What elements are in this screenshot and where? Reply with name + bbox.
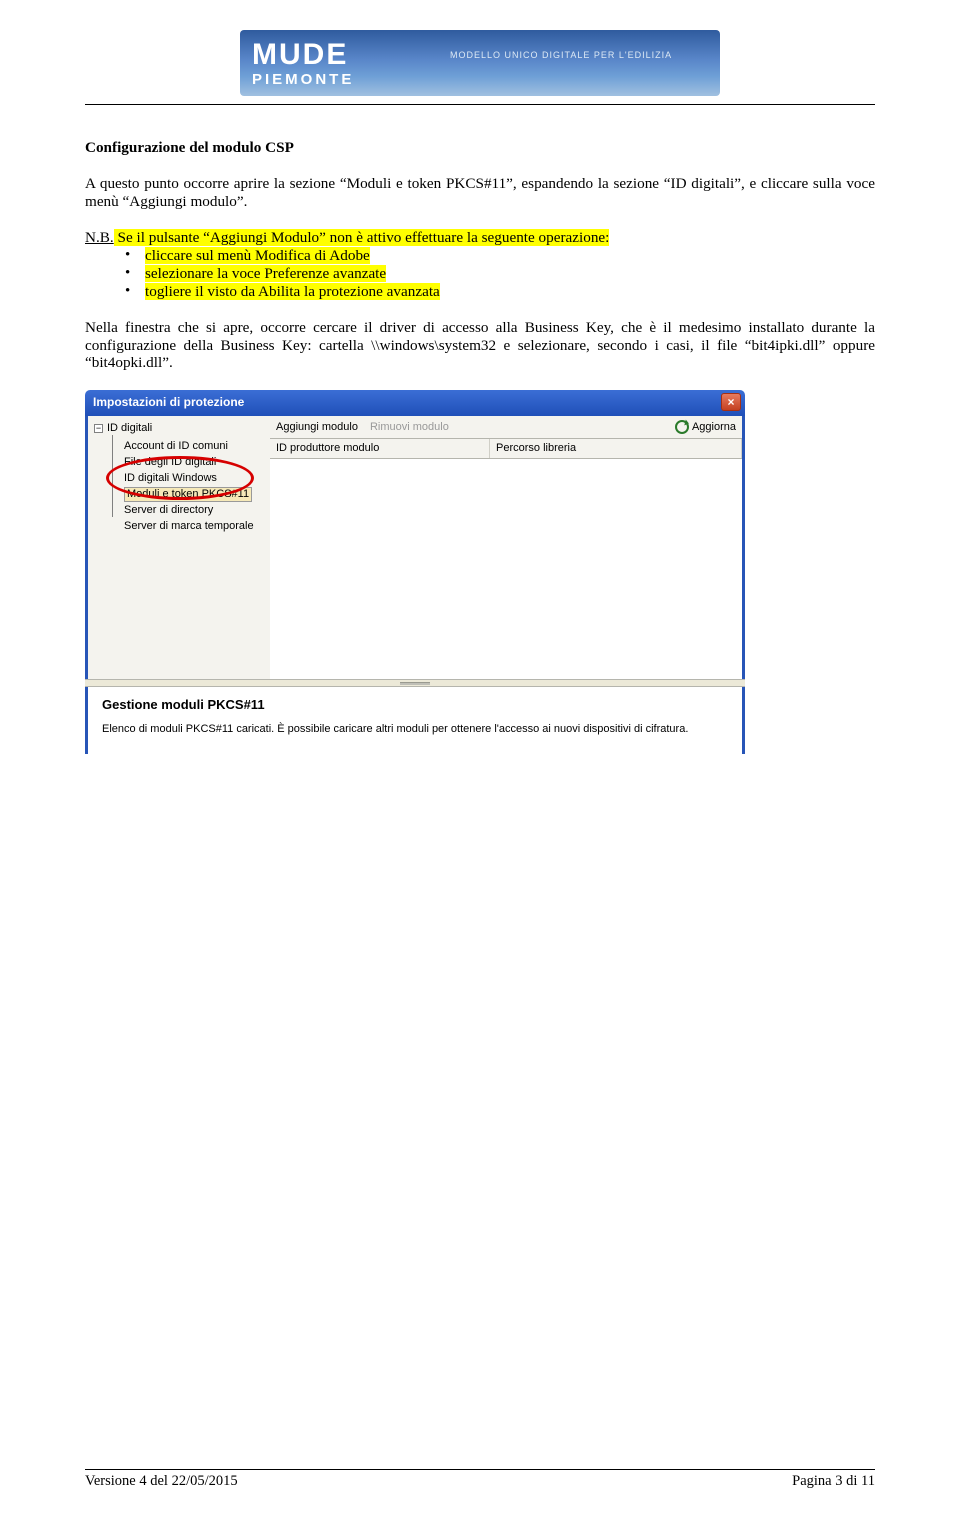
list-body[interactable] — [270, 459, 742, 679]
footer-page: Pagina 3 di 11 — [792, 1473, 875, 1490]
nb-label: N.B. — [85, 229, 114, 246]
add-module-button[interactable]: Aggiungi modulo — [276, 421, 358, 434]
tree-panel: − ID digitali Account di ID comuni File … — [88, 416, 270, 679]
column-header-id[interactable]: ID produttore modulo — [270, 439, 490, 458]
tree-item-accounts[interactable]: Account di ID comuni — [124, 438, 266, 454]
tree-item-pkcs11[interactable]: Moduli e token PKCS#11 — [124, 486, 266, 502]
panel-text: Elenco di moduli PKCS#11 caricati. È pos… — [102, 723, 728, 736]
refresh-button[interactable]: Aggiorna — [675, 420, 736, 434]
tree-root-label: ID digitali — [107, 422, 152, 435]
banner-subtitle: MODELLO UNICO DIGITALE PER L'EDILIZIA — [450, 50, 672, 60]
bullet-item: togliere il visto da Abilita la protezio… — [125, 283, 875, 301]
paragraph-1: A questo punto occorre aprire la sezione… — [85, 175, 875, 211]
brand-bottom: PIEMONTE — [252, 72, 354, 87]
tree-item-label: Account di ID comuni — [124, 440, 228, 453]
logo: MUDE PIEMONTE — [252, 40, 354, 87]
toolbar-label: Rimuovi modulo — [370, 421, 449, 434]
list-header: ID produttore modulo Percorso libreria — [270, 439, 742, 459]
tree-root[interactable]: − ID digitali — [94, 422, 266, 435]
tree-item-files[interactable]: File degli ID digitali — [124, 454, 266, 470]
close-icon: × — [727, 395, 734, 409]
paragraph-2: Nella finestra che si apre, occorre cerc… — [85, 319, 875, 373]
bullet-list: cliccare sul menù Modifica di Adobe sele… — [85, 247, 875, 301]
panel-heading: Gestione moduli PKCS#11 — [102, 697, 728, 712]
header-banner: MUDE PIEMONTE MODELLO UNICO DIGITALE PER… — [240, 30, 720, 96]
lower-panel: Gestione moduli PKCS#11 Elenco di moduli… — [85, 687, 745, 753]
tree-item-label: Server di directory — [124, 504, 213, 517]
bullet-item: cliccare sul menù Modifica di Adobe — [125, 247, 875, 265]
footer-version: Versione 4 del 22/05/2015 — [85, 1473, 238, 1490]
tree-item-label: File degli ID digitali — [124, 456, 216, 469]
grip-icon — [400, 682, 430, 685]
dialog-title: Impostazioni di protezione — [93, 395, 244, 409]
close-button[interactable]: × — [721, 393, 741, 411]
toolbar: Aggiungi modulo Rimuovi modulo Aggiorna — [270, 416, 742, 439]
nb-line: N.B. Se il pulsante “Aggiungi Modulo” no… — [85, 229, 875, 247]
footer-rule — [85, 1469, 875, 1470]
refresh-icon — [675, 420, 689, 434]
bullet-text: selezionare la voce Preferenze avanzate — [145, 265, 386, 282]
dialog-body: − ID digitali Account di ID comuni File … — [85, 416, 745, 679]
remove-module-button[interactable]: Rimuovi modulo — [370, 421, 449, 434]
tree-connector — [112, 435, 113, 517]
tree-item-timestamp[interactable]: Server di marca temporale — [124, 518, 266, 534]
bullet-text: cliccare sul menù Modifica di Adobe — [145, 247, 370, 264]
nb-text: Se il pulsante “Aggiungi Modulo” non è a… — [114, 229, 610, 246]
tree-item-label: Moduli e token PKCS#11 — [124, 487, 252, 502]
dialog-screenshot: Impostazioni di protezione × − ID digita… — [85, 390, 745, 753]
tree-item-label: Server di marca temporale — [124, 520, 254, 533]
section-title: Configurazione del modulo CSP — [85, 139, 875, 157]
bullet-text: togliere il visto da Abilita la protezio… — [145, 283, 440, 300]
bullet-item: selezionare la voce Preferenze avanzate — [125, 265, 875, 283]
toolbar-label: Aggiorna — [692, 421, 736, 434]
tree-item-windows[interactable]: ID digitali Windows — [124, 470, 266, 486]
column-header-path[interactable]: Percorso libreria — [490, 439, 742, 458]
dialog-titlebar: Impostazioni di protezione × — [85, 390, 745, 416]
splitter-handle[interactable] — [85, 679, 745, 687]
collapse-icon[interactable]: − — [94, 424, 103, 433]
toolbar-label: Aggiungi modulo — [276, 421, 358, 434]
right-panel: Aggiungi modulo Rimuovi modulo Aggiorna … — [270, 416, 742, 679]
brand-top: MUDE — [252, 40, 354, 70]
page-footer: Versione 4 del 22/05/2015 Pagina 3 di 11 — [85, 1469, 875, 1490]
document-body: Configurazione del modulo CSP A questo p… — [85, 105, 875, 754]
tree-item-label: ID digitali Windows — [124, 472, 217, 485]
tree-items: Account di ID comuni File degli ID digit… — [124, 438, 266, 534]
tree-item-directory[interactable]: Server di directory — [124, 502, 266, 518]
